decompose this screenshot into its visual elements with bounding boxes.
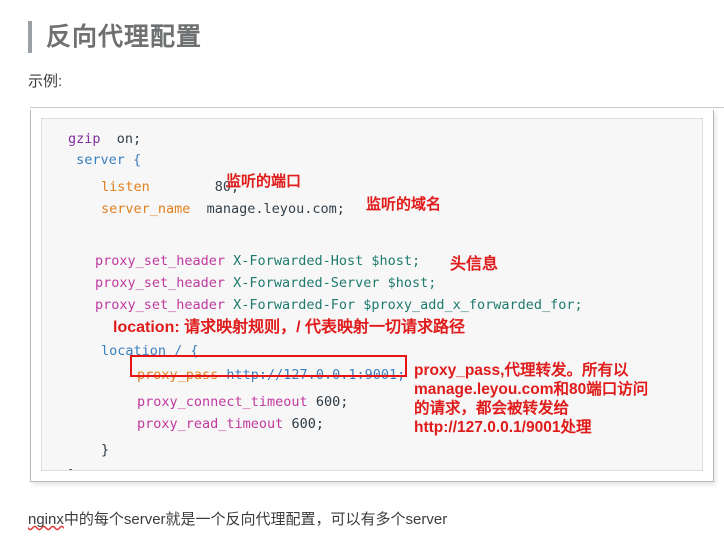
code-line: proxy_set_header X-Forwarded-Host $host;	[95, 253, 420, 269]
page-title: 反向代理配置	[46, 22, 203, 51]
code-token-value: X-Forwarded-For $proxy_add_x_forwarded_f…	[225, 297, 583, 313]
footer-description: nginx中的每个server就是一个反向代理配置，可以有多个server	[28, 508, 447, 529]
misspelled-word-nginx: nginx	[28, 511, 64, 528]
code-line: }	[68, 467, 76, 470]
annotation-headers: 头信息	[450, 256, 499, 273]
code-line: server_name manage.leyou.com;	[101, 201, 345, 217]
annotation-server-name: 监听的域名	[366, 196, 442, 213]
code-token-value: on;	[100, 131, 142, 147]
annotation-proxy-pass-line-1: proxy_pass,代理转发。所有以	[414, 362, 629, 379]
code-line: proxy_set_header X-Forwarded-Server $hos…	[95, 275, 436, 291]
code-token-directive: listen	[101, 179, 150, 195]
footer-description-rest: 中的每个server就是一个反向代理配置，可以有多个server	[63, 511, 448, 528]
code-line: proxy_read_timeout 600;	[137, 416, 324, 432]
code-token-keyword: gzip	[68, 131, 101, 147]
title-accent-bar	[28, 21, 32, 53]
code-token-value: manage.leyou.com;	[190, 201, 345, 217]
code-token-keyword: server {	[68, 152, 142, 168]
code-token-directive: proxy_set_header	[95, 297, 226, 313]
example-label: 示例:	[28, 73, 63, 90]
code-line: }	[101, 442, 109, 458]
code-token-brace: }	[101, 442, 110, 458]
code-token-directive: proxy_set_header	[95, 275, 226, 291]
code-line: listen 80;	[101, 179, 239, 195]
annotation-proxy-pass-line-2: manage.leyou.com和80端口访问	[414, 381, 649, 398]
code-token-value: 600;	[283, 416, 324, 432]
code-token-value: X-Forwarded-Server $host;	[225, 275, 437, 291]
code-token-directive: server_name	[101, 201, 191, 217]
code-line: proxy_set_header X-Forwarded-For $proxy_…	[95, 297, 583, 313]
code-token-directive: proxy_pass	[137, 367, 219, 383]
annotation-proxy-pass: proxy_pass,代理转发。所有以 manage.leyou.com和80端…	[414, 361, 714, 437]
code-line-proxy-pass: proxy_pass http://127.0.0.1:9001;	[137, 367, 405, 383]
code-line: gzip on;	[68, 131, 141, 147]
code-token-value: 600;	[307, 394, 349, 410]
annotation-listen-port: 监听的端口	[226, 173, 302, 190]
code-token-brace: }	[68, 467, 76, 470]
page-title-block: 反向代理配置	[28, 18, 202, 56]
code-token-directive: proxy_read_timeout	[137, 416, 284, 432]
code-line: server {	[68, 152, 141, 168]
code-token-directive: proxy_connect_timeout	[137, 394, 308, 410]
section-divider	[30, 107, 724, 108]
annotation-location: location: 请求映射规则，/ 代表映射一切请求路径	[113, 319, 466, 336]
code-token-keyword: location / {	[101, 343, 199, 359]
code-token-value: X-Forwarded-Host $host;	[225, 253, 421, 269]
annotation-proxy-pass-line-3: 的请求，都会被转发给	[414, 400, 570, 417]
code-token-value: http://127.0.0.1:9001;	[218, 367, 406, 383]
annotation-proxy-pass-line-4: http://127.0.0.1/9001处理	[414, 419, 592, 436]
code-line: proxy_connect_timeout 600;	[137, 394, 348, 410]
code-token-directive: proxy_set_header	[95, 253, 226, 269]
code-line: location / {	[101, 343, 199, 359]
